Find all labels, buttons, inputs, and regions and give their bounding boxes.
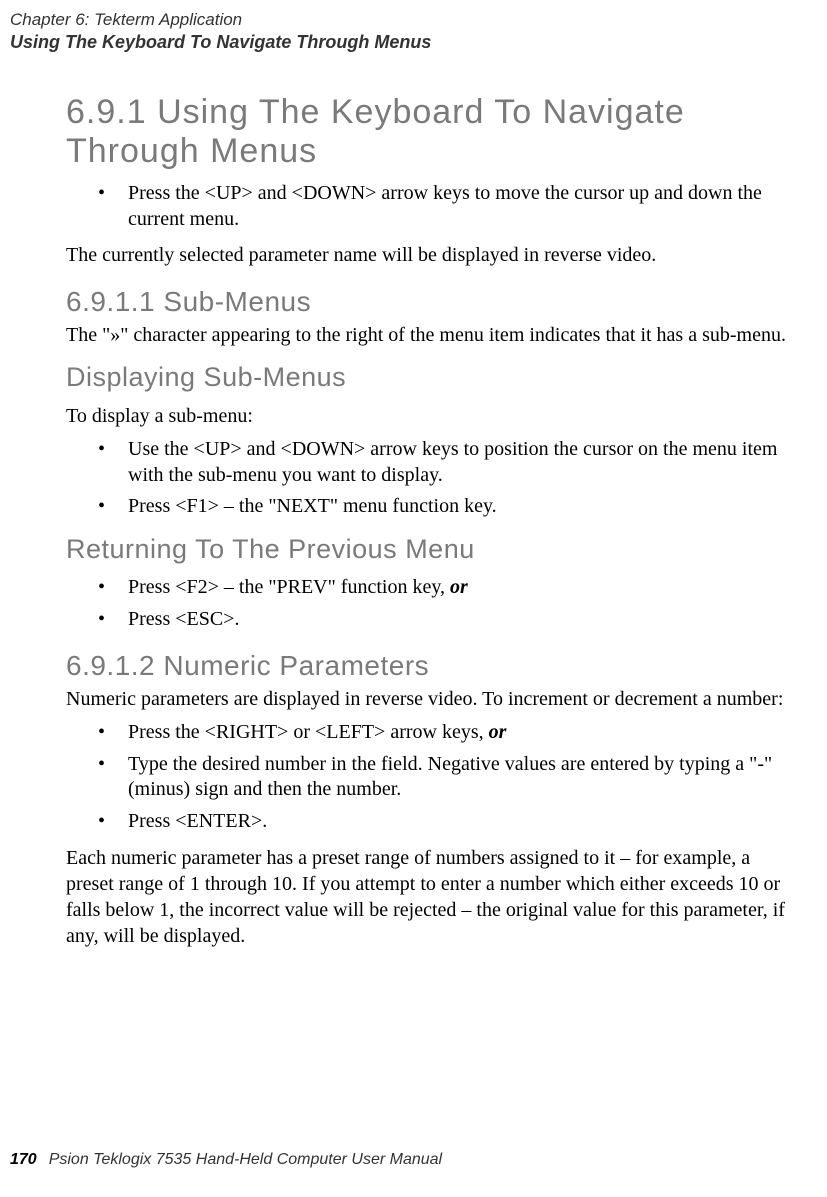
paragraph: To display a sub-menu: bbox=[66, 403, 799, 429]
heading-6-9-1-2: 6.9.1.2 Numeric Parameters bbox=[66, 650, 799, 682]
list-item: Press <ENTER>. bbox=[98, 809, 799, 835]
paragraph: The "»" character appearing to the right… bbox=[66, 322, 799, 348]
heading-returning-previous-menu: Returning To The Previous Menu bbox=[66, 534, 799, 565]
page-content: 6.9.1 Using The Keyboard To Navigate Thr… bbox=[0, 93, 799, 949]
header-title: Using The Keyboard To Navigate Through M… bbox=[10, 32, 799, 53]
footer-text: Psion Teklogix 7535 Hand-Held Computer U… bbox=[49, 1151, 442, 1168]
list-submenu: Use the <UP> and <DOWN> arrow keys to po… bbox=[66, 437, 799, 520]
list-691: Press the <UP> and <DOWN> arrow keys to … bbox=[66, 181, 799, 232]
page-header: Chapter 6: Tekterm Application Using The… bbox=[0, 10, 799, 53]
list-item: Press <F2> – the "PREV" function key, or bbox=[98, 575, 799, 601]
list-item: Type the desired number in the field. Ne… bbox=[98, 752, 799, 803]
heading-6-9-1: 6.9.1 Using The Keyboard To Navigate Thr… bbox=[66, 93, 799, 171]
heading-displaying-submenus: Displaying Sub-Menus bbox=[66, 362, 799, 393]
chapter-line: Chapter 6: Tekterm Application bbox=[10, 10, 799, 30]
list-item-text: Press <F2> – the "PREV" function key, bbox=[128, 576, 450, 598]
paragraph: Each numeric parameter has a preset rang… bbox=[66, 845, 799, 949]
page-footer: 170 Psion Teklogix 7535 Hand-Held Compute… bbox=[10, 1151, 442, 1169]
list-item: Press <ESC>. bbox=[98, 607, 799, 633]
list-item: Press the <RIGHT> or <LEFT> arrow keys, … bbox=[98, 720, 799, 746]
list-item: Press the <UP> and <DOWN> arrow keys to … bbox=[98, 181, 799, 232]
list-item: Use the <UP> and <DOWN> arrow keys to po… bbox=[98, 437, 799, 488]
heading-6-9-1-1: 6.9.1.1 Sub-Menus bbox=[66, 286, 799, 318]
emphasis-or: or bbox=[450, 576, 468, 598]
list-item-text: Press the <RIGHT> or <LEFT> arrow keys, bbox=[128, 721, 489, 743]
list-item: Press <F1> – the "NEXT" menu function ke… bbox=[98, 494, 799, 520]
page-number: 170 bbox=[10, 1151, 37, 1168]
paragraph: The currently selected parameter name wi… bbox=[66, 242, 799, 268]
emphasis-or: or bbox=[489, 721, 507, 743]
list-numeric: Press the <RIGHT> or <LEFT> arrow keys, … bbox=[66, 720, 799, 834]
paragraph: Numeric parameters are displayed in reve… bbox=[66, 686, 799, 712]
list-return: Press <F2> – the "PREV" function key, or… bbox=[66, 575, 799, 632]
